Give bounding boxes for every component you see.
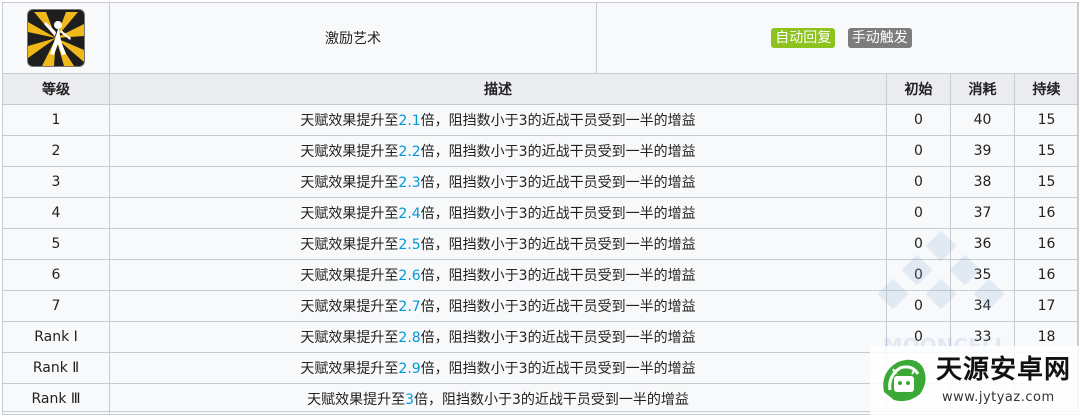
site-brand: 天源安卓网 www.jytyaz.com	[870, 346, 1080, 416]
android-robot-icon	[883, 359, 926, 402]
brand-name: 天源安卓网	[936, 355, 1072, 385]
brand-url: www.jytyaz.com	[942, 390, 1055, 405]
